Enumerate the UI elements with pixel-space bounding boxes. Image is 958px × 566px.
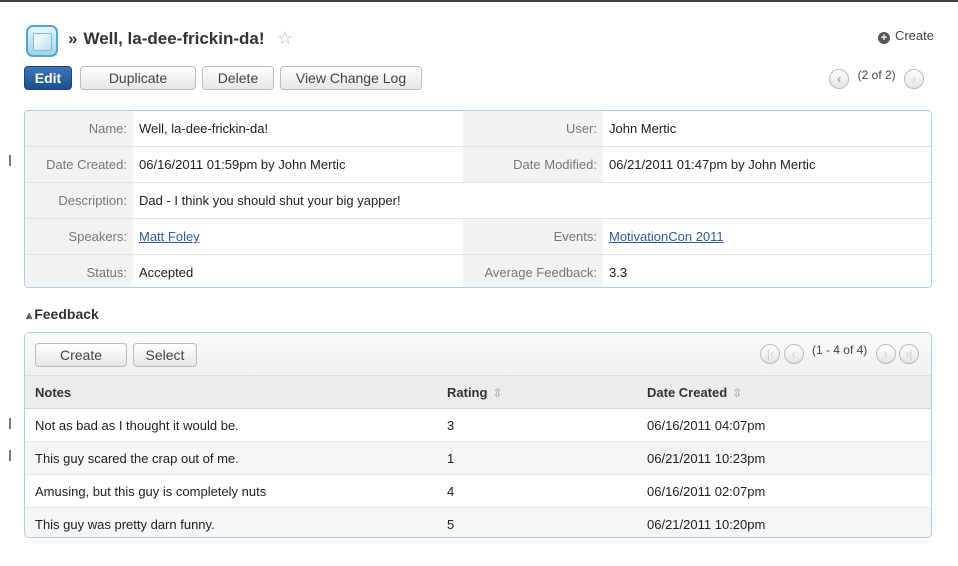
detail-row-name: Name: Well, la-dee-frickin-da! User: Joh… [25,111,931,147]
user-label: User: [463,111,603,147]
name-label: Name: [25,111,133,147]
rating-cell: 1 [437,441,637,475]
feedback-table: Notes Rating ⇳ Date Created ⇳ Not as bad a… [25,376,931,537]
star-icon[interactable]: ☆ [277,28,293,49]
column-header-rating[interactable]: Rating ⇳ [437,376,637,409]
notes-cell: Not as bad as I thought it would be. [25,408,437,442]
top-border [0,0,958,2]
feedback-toolbar: Create Select |‹ ‹ (1 - 4 of 4) › ›| [25,333,931,376]
feedback-title: Feedback [34,306,99,322]
average-feedback-label: Average Feedback: [463,254,603,287]
view-change-log-button[interactable]: View Change Log [280,66,422,90]
date-cell: 06/21/2011 10:23pm [637,441,931,475]
date-created-value: 06/16/2011 01:59pm by John Mertic [133,146,463,183]
column-header-date-label: Date Created [647,384,728,400]
status-value: Accepted [139,265,194,280]
sort-icon[interactable]: ⇳ [732,386,742,400]
last-page-icon[interactable]: ›| [899,344,919,364]
date-modified-label: Date Modified: [463,146,603,183]
edge-marker [9,418,11,429]
next-record-icon[interactable]: › [904,69,924,89]
table-header-row: Notes Rating ⇳ Date Created ⇳ [25,376,931,409]
feedback-select-button[interactable]: Select [133,343,197,367]
notes-cell: This guy scared the crap out of me. [25,441,437,475]
notes-cell: Amusing, but this guy is completely nuts [25,474,437,508]
detail-row-status: Status: Accepted Average Feedback: 3.3 [25,254,931,287]
record-pager: ‹ (2 of 2) › [829,68,924,89]
date-cell: 06/16/2011 04:07pm [637,408,931,442]
create-link-label: Create [894,28,934,43]
delete-button[interactable]: Delete [202,66,274,90]
column-header-notes-label: Notes [35,384,72,400]
edit-button[interactable]: Edit [24,66,72,90]
detail-row-dates: Date Created: 06/16/2011 01:59pm by John… [25,146,931,183]
module-icon [26,25,58,57]
table-row[interactable]: This guy was pretty darn funny. 5 06/21/… [25,507,931,537]
speakers-label: Speakers: [25,218,133,255]
table-row[interactable]: Not as bad as I thought it would be. 3 0… [25,408,931,442]
average-feedback-value: 3.3 [609,265,628,280]
column-header-rating-label: Rating [447,384,488,400]
feedback-pager: |‹ ‹ (1 - 4 of 4) › ›| [760,343,919,364]
record-title: » Well, la-dee-frickin-da! [68,29,265,49]
status-label: Status: [25,254,133,287]
detail-panel: Name: Well, la-dee-frickin-da! User: Joh… [24,110,932,288]
user-value: John Mertic [603,111,931,147]
column-header-notes[interactable]: Notes [25,376,437,409]
table-row[interactable]: This guy scared the crap out of me. 1 06… [25,441,931,475]
record-title-text: Well, la-dee-frickin-da! [83,29,265,48]
record-header: » Well, la-dee-frickin-da! ☆ + Create [24,22,934,62]
plus-circle-icon: + [877,32,890,44]
events-label: Events: [463,218,603,255]
edge-marker [9,450,11,461]
detail-row-description: Description: Dad - I think you should sh… [25,182,931,219]
date-cell: 06/21/2011 10:20pm [637,507,931,537]
rating-cell: 4 [437,474,637,508]
feedback-subpanel-header[interactable]: ⩓ Feedback [26,306,99,323]
rating-cell: 3 [437,408,637,442]
speakers-link[interactable]: Matt Foley [139,229,200,244]
description-value: Dad - I think you should shut your big y… [133,182,931,219]
duplicate-button[interactable]: Duplicate [80,66,196,90]
rating-cell: 5 [437,507,637,537]
name-value: Well, la-dee-frickin-da! [133,111,463,147]
action-toolbar: Edit Duplicate Delete View Change Log ‹ … [24,66,924,94]
double-chevron-up-icon[interactable]: ⩓ [26,310,32,322]
sort-icon[interactable]: ⇳ [492,386,502,400]
detail-row-speakers: Speakers: Matt Foley Events: MotivationC… [25,218,931,255]
notes-cell: This guy was pretty darn funny. [25,507,437,537]
description-label: Description: [25,182,133,219]
date-modified-value: 06/21/2011 01:47pm by John Mertic [603,146,931,183]
create-link[interactable]: + Create [877,28,934,44]
previous-page-icon[interactable]: ‹ [783,344,804,364]
record-position: (2 of 2) [857,68,896,82]
column-header-date-created[interactable]: Date Created ⇳ [637,376,931,409]
events-link[interactable]: MotivationCon 2011 [609,229,724,244]
previous-record-icon[interactable]: ‹ [829,69,850,89]
date-created-label: Date Created: [25,146,133,183]
feedback-create-button[interactable]: Create [35,343,127,367]
table-row[interactable]: Amusing, but this guy is completely nuts… [25,474,931,508]
breadcrumb-arrow: » [68,29,78,48]
feedback-subpanel: Create Select |‹ ‹ (1 - 4 of 4) › ›| Not… [24,332,932,538]
date-cell: 06/16/2011 02:07pm [637,474,931,508]
feedback-range: (1 - 4 of 4) [811,343,868,357]
edge-marker [9,155,11,166]
next-page-icon[interactable]: › [875,344,896,364]
first-page-icon[interactable]: |‹ [760,344,781,364]
